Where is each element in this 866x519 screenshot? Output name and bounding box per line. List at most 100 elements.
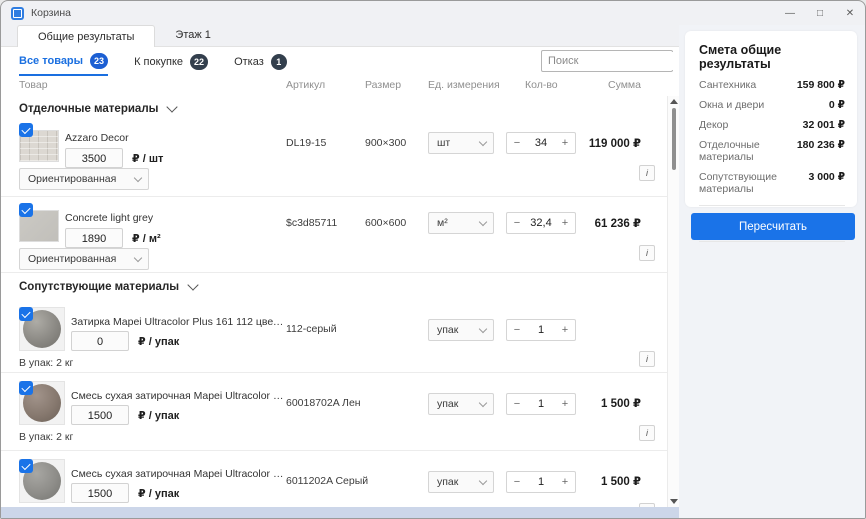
minimize-button[interactable]: — bbox=[775, 1, 805, 25]
decrement-button[interactable]: − bbox=[507, 324, 527, 336]
quantity-value[interactable]: 1 bbox=[527, 324, 555, 336]
quantity-stepper: − 34 + bbox=[506, 132, 576, 154]
estimate-label: Окна и двери bbox=[699, 99, 765, 111]
filter-label: Отказ bbox=[234, 56, 264, 68]
chevron-down-icon bbox=[133, 253, 143, 262]
price-input[interactable] bbox=[72, 407, 128, 425]
price-input-box bbox=[71, 405, 129, 425]
unit-dropdown[interactable]: шт bbox=[428, 132, 494, 154]
increment-button[interactable]: + bbox=[555, 324, 575, 336]
table-row: Concrete light grey ₽ / м² $c3d85711 600… bbox=[1, 197, 679, 273]
price-input-box bbox=[71, 331, 129, 351]
row-sum: 1 500 ₽ bbox=[601, 398, 641, 410]
price-input[interactable] bbox=[72, 485, 128, 503]
tab-bar: Общие результаты Этаж 1 bbox=[1, 25, 679, 47]
size-value: 900×300 bbox=[365, 137, 407, 149]
sku-value: 112-серый bbox=[286, 323, 337, 335]
header-unit: Ед. измерения bbox=[428, 79, 500, 91]
quantity-value[interactable]: 34 bbox=[527, 137, 555, 149]
filter-label: К покупке bbox=[134, 56, 184, 68]
pack-note: В упак: 2 кг bbox=[19, 431, 74, 443]
unit-dropdown[interactable]: упак bbox=[428, 471, 494, 493]
price-input-box bbox=[65, 148, 123, 168]
price-input[interactable] bbox=[66, 230, 122, 248]
product-checkbox[interactable] bbox=[19, 459, 33, 473]
quantity-value[interactable]: 1 bbox=[527, 476, 555, 488]
scroll-up-icon[interactable] bbox=[670, 99, 678, 104]
estimate-row: Сантехника 159 800 ₽ bbox=[699, 79, 845, 91]
unit-dropdown[interactable]: упак bbox=[428, 319, 494, 341]
orientation-dropdown[interactable]: Ориентированная bbox=[19, 248, 149, 270]
filter-declined[interactable]: Отказ 1 bbox=[234, 53, 287, 76]
product-checkbox[interactable] bbox=[19, 381, 33, 395]
section-finishing-materials[interactable]: Отделочные материалы bbox=[19, 101, 179, 115]
decrement-button[interactable]: − bbox=[507, 476, 527, 488]
info-button[interactable]: i bbox=[639, 245, 655, 261]
product-name: Concrete light grey bbox=[65, 212, 154, 224]
increment-button[interactable]: + bbox=[555, 217, 575, 229]
estimate-label: Сантехника bbox=[699, 79, 757, 91]
product-name: Смесь сухая затирочная Mapei Ultracolor … bbox=[71, 390, 286, 402]
quantity-stepper: − 1 + bbox=[506, 471, 576, 493]
tab-floor-1[interactable]: Этаж 1 bbox=[155, 24, 230, 46]
chevron-down-icon bbox=[478, 324, 488, 333]
decrement-button[interactable]: − bbox=[507, 217, 527, 229]
estimate-value: 32 001 ₽ bbox=[802, 119, 845, 131]
decrement-button[interactable]: − bbox=[507, 137, 527, 149]
estimate-row: Окна и двери 0 ₽ bbox=[699, 99, 845, 111]
section-related-materials[interactable]: Сопутствующие материалы bbox=[19, 279, 199, 293]
increment-button[interactable]: + bbox=[555, 398, 575, 410]
table-row: Затирка Mapei Ultracolor Plus 161 112 цв… bbox=[1, 299, 679, 373]
vertical-scrollbar[interactable] bbox=[667, 96, 679, 507]
header-qty: Кол-во bbox=[525, 79, 558, 91]
quantity-value[interactable]: 1 bbox=[527, 398, 555, 410]
header-product: Товар bbox=[19, 79, 48, 91]
recalculate-button[interactable]: Пересчитать bbox=[691, 213, 855, 240]
product-name: Затирка Mapei Ultracolor Plus 161 112 цв… bbox=[71, 316, 286, 328]
header-sum: Сумма bbox=[608, 79, 641, 91]
estimate-value: 159 800 ₽ bbox=[796, 79, 845, 91]
decrement-button[interactable]: − bbox=[507, 398, 527, 410]
increment-button[interactable]: + bbox=[555, 476, 575, 488]
chevron-down-icon bbox=[187, 279, 199, 291]
pack-note: В упак: 2 кг bbox=[19, 357, 74, 369]
chevron-down-icon bbox=[478, 476, 488, 485]
estimate-row: Сопутствующие материалы 3 000 ₽ bbox=[699, 171, 845, 195]
horizontal-scrollbar[interactable] bbox=[1, 507, 679, 518]
quantity-stepper: − 1 + bbox=[506, 319, 576, 341]
size-value: 600×600 bbox=[365, 217, 407, 229]
unit-dropdown[interactable]: упак bbox=[428, 393, 494, 415]
filter-to-buy[interactable]: К покупке 22 bbox=[134, 53, 209, 76]
count-badge: 22 bbox=[190, 54, 209, 70]
estimate-value: 180 236 ₽ bbox=[796, 139, 845, 151]
table-row: Смесь сухая затирочная Mapei Ultracolor … bbox=[1, 373, 679, 451]
price-unit-label: ₽ / упак bbox=[138, 336, 180, 348]
scrollbar-thumb[interactable] bbox=[672, 108, 676, 170]
close-button[interactable]: ✕ bbox=[835, 1, 865, 25]
product-checkbox[interactable] bbox=[19, 203, 33, 217]
info-button[interactable]: i bbox=[639, 425, 655, 441]
price-unit-label: ₽ / упак bbox=[138, 410, 180, 422]
product-name: Смесь сухая затирочная Mapei Ultracolor … bbox=[71, 468, 286, 480]
estimate-row: Декор 32 001 ₽ bbox=[699, 119, 845, 131]
maximize-button[interactable]: □ bbox=[805, 1, 835, 25]
price-input[interactable] bbox=[66, 150, 122, 168]
orientation-dropdown[interactable]: Ориентированная bbox=[19, 168, 149, 190]
info-button[interactable]: i bbox=[639, 351, 655, 367]
product-checkbox[interactable] bbox=[19, 123, 33, 137]
unit-dropdown[interactable]: м² bbox=[428, 212, 494, 234]
price-input[interactable] bbox=[72, 333, 128, 351]
product-checkbox[interactable] bbox=[19, 307, 33, 321]
increment-button[interactable]: + bbox=[555, 137, 575, 149]
filter-all-products[interactable]: Все товары 23 bbox=[19, 53, 109, 76]
estimate-row: Отделочные материалы 180 236 ₽ bbox=[699, 139, 845, 163]
estimate-value: 3 000 ₽ bbox=[808, 171, 846, 183]
search-input[interactable] bbox=[542, 52, 696, 70]
quantity-value[interactable]: 32,4 bbox=[527, 217, 555, 229]
app-icon bbox=[11, 6, 24, 20]
scroll-down-icon[interactable] bbox=[670, 499, 678, 504]
title-bar: Корзина — □ ✕ bbox=[1, 1, 865, 25]
tab-general-results[interactable]: Общие результаты bbox=[17, 25, 156, 47]
table-header: Товар Артикул Размер Ед. измерения Кол-в… bbox=[1, 79, 679, 95]
info-button[interactable]: i bbox=[639, 165, 655, 181]
